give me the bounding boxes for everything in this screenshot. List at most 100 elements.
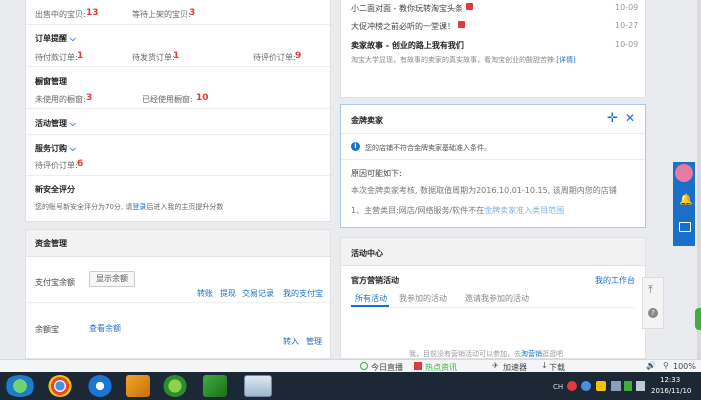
left-summary-panel: 出售中的宝贝: 13 等待上架的宝贝: 3 订单提醒 ⌵ 待付款订单: 1 待发… bbox=[25, 0, 331, 222]
marketing-link[interactable]: 淘营销 bbox=[521, 350, 542, 358]
browser-status-bar: 今日直播 热点资讯 ✈ 加速器 ↓ 下载 🔊 ⚲ 100% bbox=[0, 359, 701, 373]
rocket-icon: ✈ bbox=[492, 361, 499, 370]
start-button[interactable] bbox=[4, 375, 36, 397]
view-balance-link[interactable]: 查看余额 bbox=[89, 323, 121, 334]
transfer-link[interactable]: 转账 bbox=[197, 288, 213, 299]
gold-seller-title: 金牌卖家 bbox=[351, 116, 383, 125]
funds-header: 资金管理 bbox=[26, 230, 330, 257]
on-sale-count[interactable]: 13 bbox=[86, 8, 99, 18]
activity-center-title: 活动中心 bbox=[351, 249, 383, 258]
security-tray-icon[interactable] bbox=[596, 381, 606, 391]
login-link[interactable]: 登录 bbox=[132, 203, 146, 211]
unpaid-count[interactable]: 1 bbox=[77, 51, 83, 61]
chevron-down-icon[interactable]: ⌵ bbox=[70, 34, 76, 43]
security-score-text: 您的账号新安全评分为70分, 请登录后进入我的主页提升分数 bbox=[35, 203, 224, 211]
chevron-down-icon[interactable]: ⌵ bbox=[70, 144, 76, 153]
scrollbar-track[interactable] bbox=[697, 0, 701, 359]
show-balance-button[interactable]: 显示余额 bbox=[89, 271, 135, 287]
unused-window-label: 未使用的橱窗: bbox=[35, 95, 86, 104]
gold-notice-text: 您的店铺不符合金牌卖家基础准入条件。 bbox=[365, 144, 491, 152]
news-item-date: 10-09 bbox=[615, 40, 639, 49]
pending-shelf-count[interactable]: 3 bbox=[189, 8, 195, 18]
windows-taskbar: CH 12:33 2016/11/10 bbox=[0, 372, 701, 400]
news-item-title[interactable]: 卖家故事 - 创业的路上我有我们 bbox=[351, 40, 464, 51]
sound-icon[interactable]: 🔊 bbox=[646, 361, 656, 370]
help-icon[interactable]: ? bbox=[648, 308, 658, 318]
manage-link[interactable]: 管理 bbox=[306, 336, 322, 347]
my-alipay-link[interactable]: 我的支付宝 bbox=[283, 288, 323, 299]
details-link[interactable]: [详情] bbox=[556, 56, 575, 64]
move-icon[interactable]: ✛ bbox=[607, 111, 618, 126]
hot-badge-icon bbox=[458, 21, 465, 28]
security-score-title: 新安全评分 bbox=[35, 185, 75, 194]
tab-invited-activities[interactable]: 邀请我参加的活动 bbox=[465, 293, 529, 304]
input-language-indicator[interactable]: CH bbox=[553, 383, 563, 391]
on-sale-label: 出售中的宝贝: bbox=[35, 10, 86, 19]
reason-title: 原因可能如下: bbox=[351, 169, 402, 178]
tab-joined-activities[interactable]: 我参加的活动 bbox=[399, 293, 447, 304]
bell-icon[interactable]: 🔔 bbox=[679, 193, 693, 206]
transfer-in-link[interactable]: 转入 bbox=[283, 336, 299, 347]
floating-tools: ⤒ ? bbox=[642, 277, 664, 329]
reason-line-2: 1、主营类目:网店/网络服务/软件不在金牌卖家准入类目范围 bbox=[351, 206, 565, 215]
to-ship-count[interactable]: 1 bbox=[173, 51, 179, 61]
showcase-title: 橱窗管理 bbox=[35, 77, 67, 86]
funds-panel: 资金管理 支付宝余额 显示余额 转账 提现 交易记录 我的支付宝 余额宝 查看余… bbox=[25, 229, 331, 359]
zoom-icon: ⚲ bbox=[663, 361, 669, 370]
news-item-title[interactable]: 大促冲榜之前必听的一堂课！ bbox=[351, 21, 455, 32]
unpaid-label: 待付款订单: bbox=[35, 53, 78, 62]
withdraw-link[interactable]: 提现 bbox=[220, 288, 236, 299]
service-review-count[interactable]: 6 bbox=[77, 159, 83, 169]
network-tray-icon[interactable] bbox=[611, 381, 621, 391]
media-player-icon[interactable] bbox=[163, 375, 187, 397]
used-window-label: 已经使用橱窗: bbox=[142, 95, 193, 104]
activity-manage-title[interactable]: 活动管理 ⌵ bbox=[35, 118, 76, 129]
network-app-icon[interactable] bbox=[244, 375, 272, 397]
gold-seller-panel: 金牌卖家 ✛ ✕ i 您的店铺不符合金牌卖家基础准入条件。 原因可能如下: 本次… bbox=[340, 104, 646, 228]
download-icon: ↓ bbox=[541, 361, 548, 370]
hot-badge-icon bbox=[466, 3, 473, 10]
activity-center-header: 活动中心 bbox=[341, 238, 645, 266]
flag-tray-icon[interactable] bbox=[624, 381, 632, 391]
yuebao-label: 余额宝 bbox=[35, 325, 59, 334]
ime-icon[interactable] bbox=[567, 381, 577, 391]
help-tray-icon[interactable] bbox=[581, 381, 591, 391]
category-scope-link[interactable]: 金牌卖家准入类目范围 bbox=[484, 206, 564, 215]
news-item-title[interactable]: 小二面对面 - 教你玩转淘宝头条 bbox=[351, 3, 463, 14]
my-workbench-link[interactable]: 我的工作台 bbox=[595, 275, 635, 286]
browser-icon[interactable] bbox=[88, 375, 112, 397]
to-review-count[interactable]: 9 bbox=[295, 51, 301, 61]
back-to-top-icon[interactable]: ⤒ bbox=[648, 283, 653, 297]
alipay-balance-label: 支付宝余额 bbox=[35, 278, 75, 287]
avatar[interactable] bbox=[675, 164, 693, 182]
funds-title: 资金管理 bbox=[35, 239, 67, 248]
info-icon: i bbox=[351, 142, 360, 151]
live-icon bbox=[360, 362, 368, 370]
image-viewer-icon[interactable] bbox=[203, 375, 227, 397]
green-edge-tab[interactable] bbox=[695, 308, 701, 330]
news-icon bbox=[414, 362, 422, 370]
used-window-count[interactable]: 10 bbox=[196, 93, 209, 103]
transactions-link[interactable]: 交易记录 bbox=[242, 288, 274, 299]
service-order-title[interactable]: 服务订购 ⌵ bbox=[35, 143, 76, 154]
service-review-label: 待评价订单: bbox=[35, 161, 78, 170]
chrome-icon[interactable] bbox=[48, 375, 72, 397]
to-review-label: 待评价订单: bbox=[253, 53, 296, 62]
close-icon[interactable]: ✕ bbox=[625, 111, 635, 125]
activity-center-panel: 活动中心 官方营销活动 我的工作台 所有活动 我参加的活动 邀请我参加的活动 我… bbox=[340, 237, 646, 359]
zoom-level[interactable]: 100% bbox=[673, 362, 696, 371]
unused-window-count[interactable]: 3 bbox=[86, 93, 92, 103]
chat-icon[interactable] bbox=[679, 222, 691, 232]
volume-tray-icon[interactable] bbox=[636, 381, 645, 391]
chevron-down-icon[interactable]: ⌵ bbox=[70, 119, 76, 128]
reason-line-1: 本次金牌卖家考核, 数据取值周期为2016.10.01-10.15, 该周期内您… bbox=[351, 186, 617, 195]
tab-all-activities[interactable]: 所有活动 bbox=[355, 293, 387, 304]
pending-shelf-label: 等待上架的宝贝: bbox=[132, 10, 191, 19]
clock-time[interactable]: 12:33 bbox=[660, 376, 680, 384]
side-toolbar: 🔔 bbox=[673, 162, 695, 246]
empty-activity-text: 我，目前没有营销活动可以参加，去淘营销逛逛吧 bbox=[409, 350, 563, 358]
order-reminder-title[interactable]: 订单提醒 ⌵ bbox=[35, 33, 76, 44]
news-panel: 小二面对面 - 教你玩转淘宝头条 10-09 大促冲榜之前必听的一堂课！ 10-… bbox=[340, 0, 646, 98]
clock-date[interactable]: 2016/11/10 bbox=[651, 387, 691, 395]
package-icon[interactable] bbox=[126, 375, 150, 397]
